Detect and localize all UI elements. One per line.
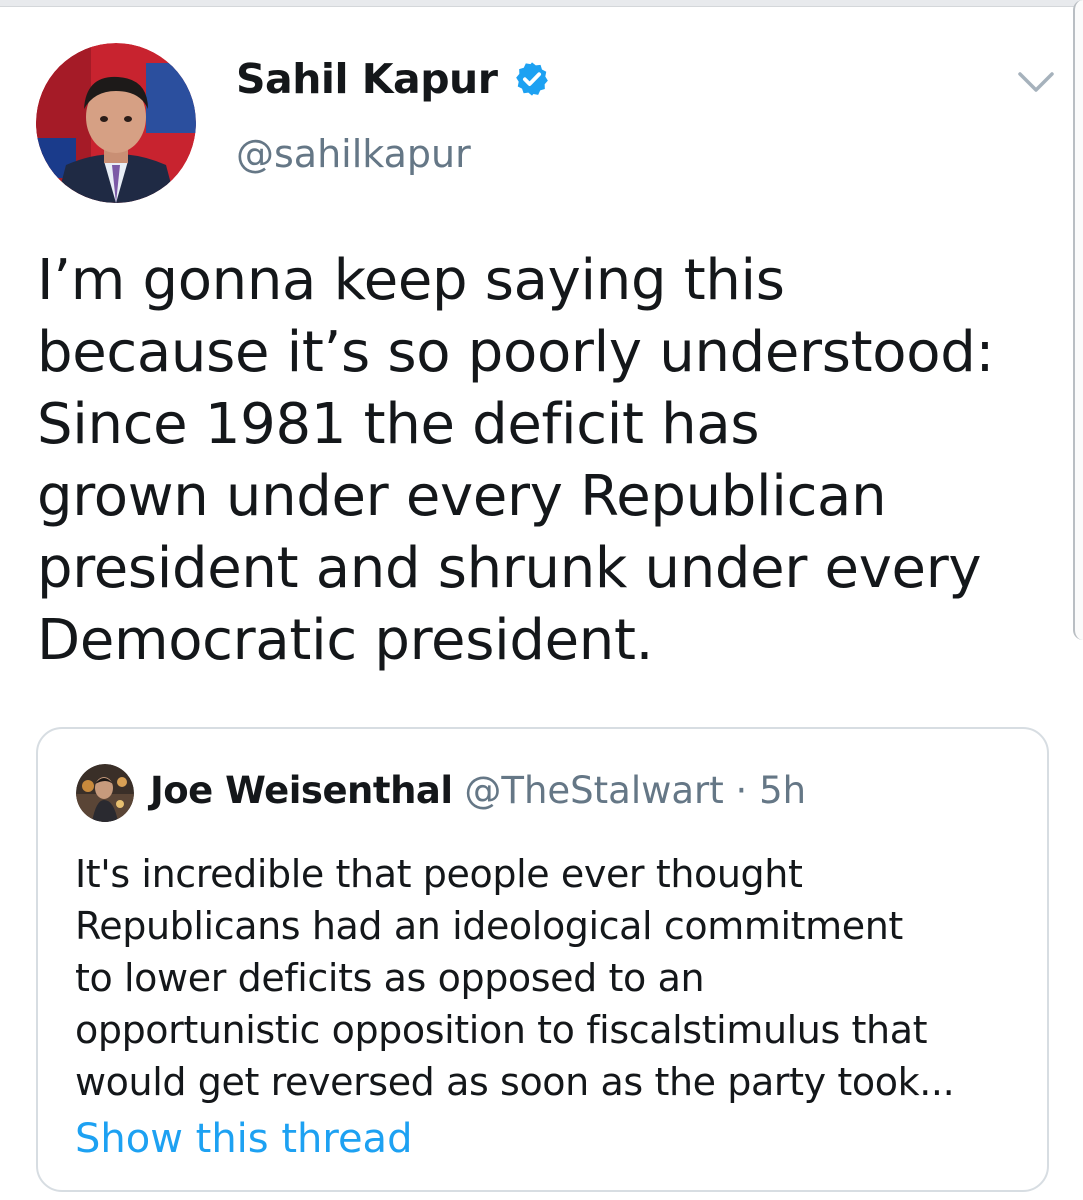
- quoted-header: Joe Weisenthal @TheStalwart · 5h: [150, 769, 806, 812]
- quoted-tweet-body: It's incredible that people ever thought…: [75, 848, 1035, 1108]
- tweet-line: Since 1981 the deficit has: [37, 392, 760, 457]
- chevron-down-icon[interactable]: [1016, 66, 1056, 98]
- quoted-author-handle[interactable]: @TheStalwart: [464, 769, 723, 812]
- quoted-line: It's incredible that people ever thought: [75, 852, 803, 896]
- author-name[interactable]: Sahil Kapur: [236, 55, 551, 103]
- quoted-timestamp[interactable]: 5h: [759, 769, 806, 812]
- quoted-line: would get reversed as soon as the party …: [75, 1060, 955, 1104]
- quoted-author-name[interactable]: Joe Weisenthal: [150, 769, 453, 812]
- author-name-text[interactable]: Sahil Kapur: [236, 55, 498, 103]
- tweet-line: president and shrunk under every: [37, 536, 982, 601]
- tweet-line: I’m gonna keep saying this: [37, 248, 785, 313]
- author-avatar[interactable]: [36, 43, 196, 203]
- scroll-edge: [1073, 0, 1083, 640]
- show-thread-link[interactable]: Show this thread: [75, 1116, 412, 1162]
- quoted-line: Republicans had an ideological commitmen…: [75, 904, 903, 948]
- quoted-author-avatar[interactable]: [76, 764, 134, 822]
- tweet-line: grown under every Republican: [37, 464, 887, 529]
- quoted-line: opportunistic opposition to fiscalstimul…: [75, 1008, 928, 1052]
- separator-dot: ·: [735, 769, 748, 812]
- quoted-line: to lower deficits as opposed to an: [75, 956, 705, 1000]
- tweet-line: because it’s so poorly understood:: [37, 320, 995, 385]
- author-handle[interactable]: @sahilkapur: [236, 132, 471, 176]
- tweet-body: I’m gonna keep saying this because it’s …: [37, 245, 1072, 677]
- verified-badge-icon: [513, 60, 551, 98]
- quoted-tweet-card[interactable]: Joe Weisenthal @TheStalwart · 5h It's in…: [36, 727, 1049, 1192]
- top-divider: [0, 0, 1083, 7]
- tweet-line: Democratic president.: [37, 608, 654, 673]
